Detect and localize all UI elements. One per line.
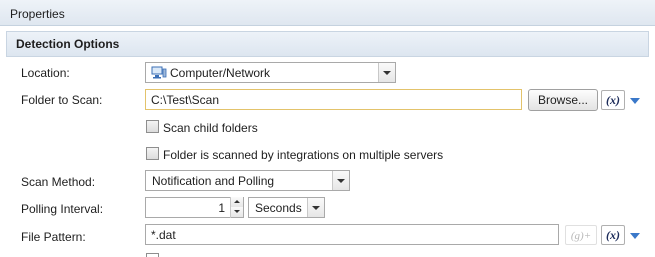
location-select[interactable]: Computer/Network xyxy=(145,62,396,83)
folder-input[interactable]: C:\Test\Scan xyxy=(145,89,522,110)
polling-spinner[interactable] xyxy=(230,197,243,218)
detection-options-header[interactable]: Detection Options xyxy=(6,31,649,57)
scan-method-value: Notification and Polling xyxy=(152,174,275,188)
spin-up-icon[interactable] xyxy=(231,197,243,207)
chevron-down-icon[interactable] xyxy=(332,171,349,190)
location-label: Location: xyxy=(21,66,70,80)
polling-interval-label: Polling Interval: xyxy=(21,202,104,216)
scan-child-label: Scan child folders xyxy=(163,121,258,135)
file-pattern-label: File Pattern: xyxy=(21,230,86,244)
multi-server-label: Folder is scanned by integrations on mul… xyxy=(163,148,444,162)
scan-method-select[interactable]: Notification and Polling xyxy=(145,170,350,191)
next-row-checkbox[interactable] xyxy=(146,253,159,257)
browse-button[interactable]: Browse... xyxy=(528,89,598,111)
file-pattern-variable-dropdown-icon[interactable] xyxy=(628,225,642,245)
section-title: Detection Options xyxy=(16,37,120,51)
folder-label: Folder to Scan: xyxy=(21,93,103,107)
multi-server-checkbox[interactable] xyxy=(146,147,159,160)
file-pattern-value: *.dat xyxy=(151,228,176,242)
computer-network-icon xyxy=(151,66,167,83)
folder-variable-dropdown-icon[interactable] xyxy=(628,90,642,110)
folder-value: C:\Test\Scan xyxy=(151,93,220,107)
scan-method-label: Scan Method: xyxy=(21,175,96,189)
location-value: Computer/Network xyxy=(170,66,271,80)
group-add-button[interactable]: (g)+ xyxy=(565,225,597,245)
polling-interval-value: 1 xyxy=(218,201,225,215)
polling-unit-value: Seconds xyxy=(255,201,302,215)
scan-child-checkbox[interactable] xyxy=(146,120,159,133)
polling-interval-input[interactable]: 1 xyxy=(145,197,244,218)
chevron-down-icon[interactable] xyxy=(378,63,395,82)
chevron-down-icon[interactable] xyxy=(307,198,324,217)
panel-title: Properties xyxy=(10,7,65,21)
file-pattern-variable-button[interactable]: (x) xyxy=(601,225,625,245)
spin-down-icon[interactable] xyxy=(231,207,243,217)
polling-unit-select[interactable]: Seconds xyxy=(248,197,325,218)
folder-variable-button[interactable]: (x) xyxy=(601,90,625,110)
properties-titlebar: Properties xyxy=(0,0,655,26)
file-pattern-input[interactable]: *.dat xyxy=(145,224,559,245)
